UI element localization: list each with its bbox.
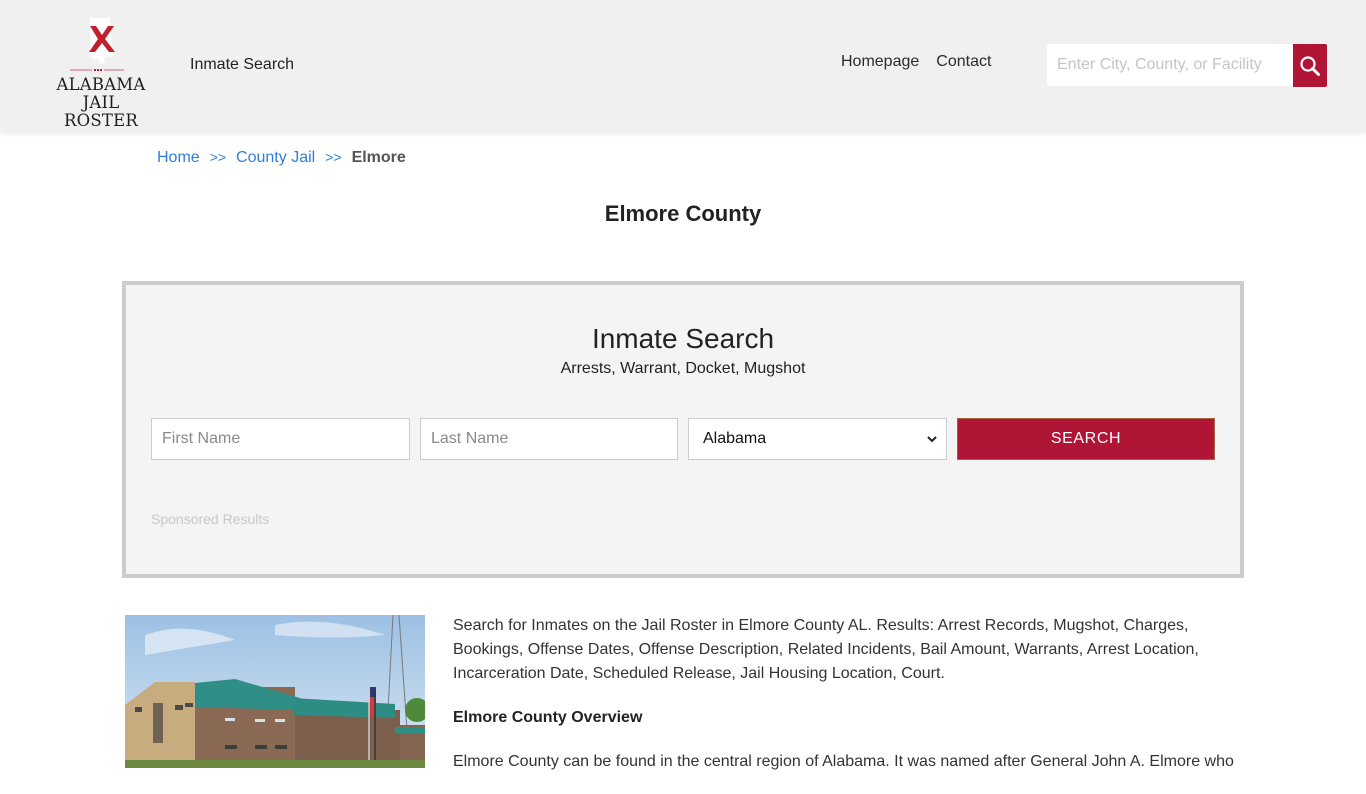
overview-text: Elmore County can be found in the centra…: [453, 753, 1234, 770]
facility-search-input[interactable]: [1047, 44, 1293, 86]
breadcrumb-separator: >>: [325, 149, 342, 165]
search-panel-title: Inmate Search: [591, 323, 775, 354]
nav-contact[interactable]: Contact: [936, 53, 991, 71]
breadcrumb-separator: >>: [209, 149, 227, 165]
state-select[interactable]: Alabama: [688, 418, 947, 460]
logo-line-1: ALABAMA: [56, 75, 146, 94]
breadcrumb-current: Elmore: [351, 149, 406, 166]
main-nav: Homepage Contact: [841, 53, 991, 71]
inmate-search-button[interactable]: SEARCH: [957, 418, 1215, 460]
jail-building-image: [125, 615, 425, 768]
county-content: Search for Inmates on the Jail Roster in…: [453, 614, 1243, 794]
chevron-down-icon: [927, 436, 937, 443]
nav-inmate-search[interactable]: Inmate Search: [190, 56, 294, 74]
sponsored-results-label: Sponsored Results: [151, 511, 270, 527]
breadcrumb: Home >> County Jail >> Elmore: [157, 149, 406, 167]
search-panel-subtitle: Arrests, Warrant, Docket, Mugshot: [560, 360, 806, 377]
page-title: Elmore County: [604, 201, 762, 226]
last-name-input[interactable]: [420, 418, 678, 460]
nav-homepage[interactable]: Homepage: [841, 53, 919, 71]
search-icon: [1300, 55, 1320, 76]
state-select-value: Alabama: [703, 430, 767, 447]
jail-building-photo: [125, 615, 425, 768]
inmate-search-panel: Inmate Search Arrests, Warrant, Docket, …: [122, 281, 1244, 578]
facility-search: [1047, 44, 1327, 87]
site-header: ALABAMA JAIL ROSTER Inmate Search Homepa…: [0, 0, 1366, 132]
breadcrumb-home[interactable]: Home: [157, 149, 200, 167]
overview-heading: Elmore County Overview: [453, 709, 643, 726]
logo-text: ALABAMA JAIL ROSTER: [44, 76, 158, 130]
logo-line-2: JAIL ROSTER: [64, 93, 138, 130]
facility-search-button[interactable]: [1293, 44, 1327, 87]
logo-divider: [70, 69, 124, 71]
county-intro-text: Search for Inmates on the Jail Roster in…: [453, 617, 1199, 682]
alabama-map-icon: [89, 18, 115, 64]
breadcrumb-county-jail[interactable]: County Jail: [236, 149, 315, 167]
site-logo[interactable]: ALABAMA JAIL ROSTER: [44, 16, 158, 130]
first-name-input[interactable]: [151, 418, 410, 460]
